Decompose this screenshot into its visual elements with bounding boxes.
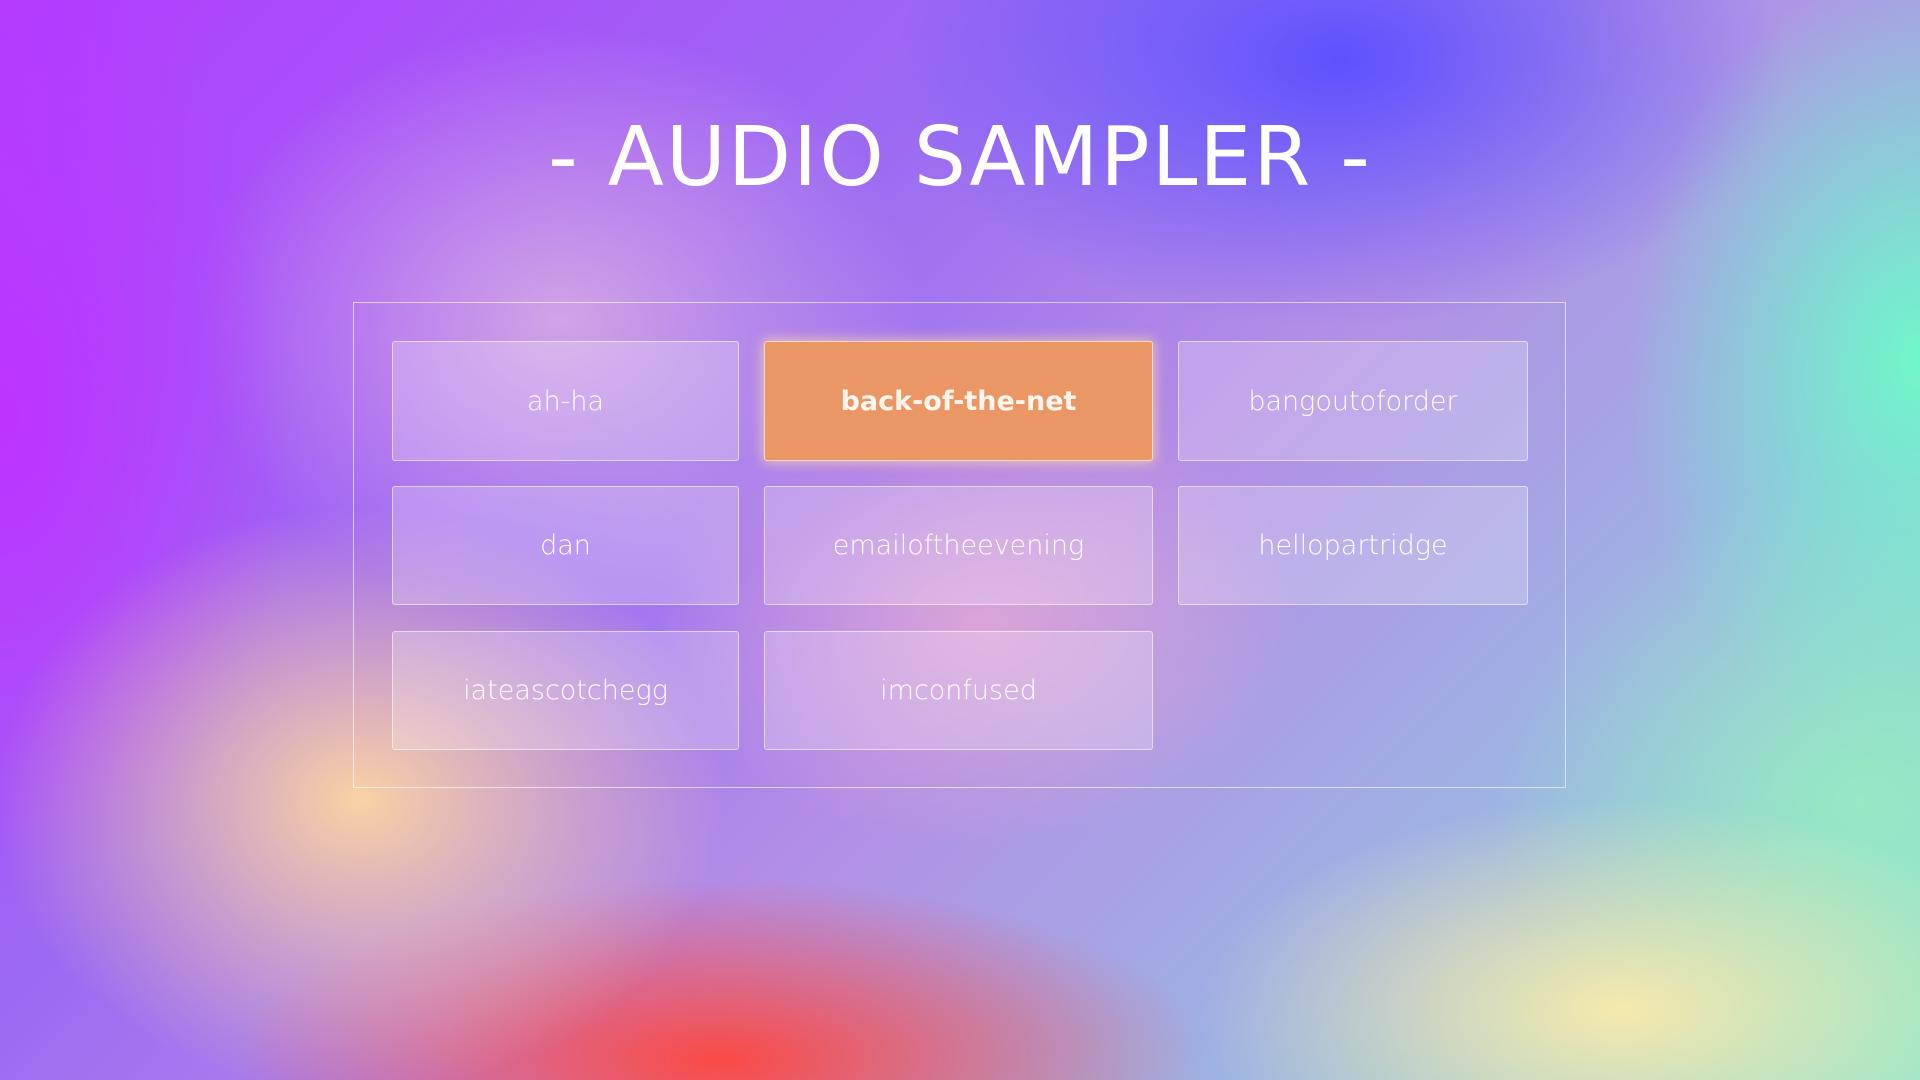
- pad-ah-ha[interactable]: ah-ha: [392, 341, 739, 461]
- pad-dan[interactable]: dan: [392, 486, 739, 605]
- pad-imconfused[interactable]: imconfused: [764, 631, 1153, 750]
- pad-hellopartridge[interactable]: hellopartridge: [1178, 486, 1528, 605]
- pad-bangoutoforder[interactable]: bangoutoforder: [1178, 341, 1528, 461]
- sampler-panel: ah-ha back-of-the-net bangoutoforder dan…: [353, 302, 1566, 788]
- pad-back-of-the-net[interactable]: back-of-the-net: [764, 341, 1153, 461]
- page-title: - AUDIO SAMPLER -: [548, 110, 1372, 205]
- pad-emailoftheevening[interactable]: emailoftheevening: [764, 486, 1153, 605]
- pad-iateascotchegg[interactable]: iateascotchegg: [392, 631, 739, 750]
